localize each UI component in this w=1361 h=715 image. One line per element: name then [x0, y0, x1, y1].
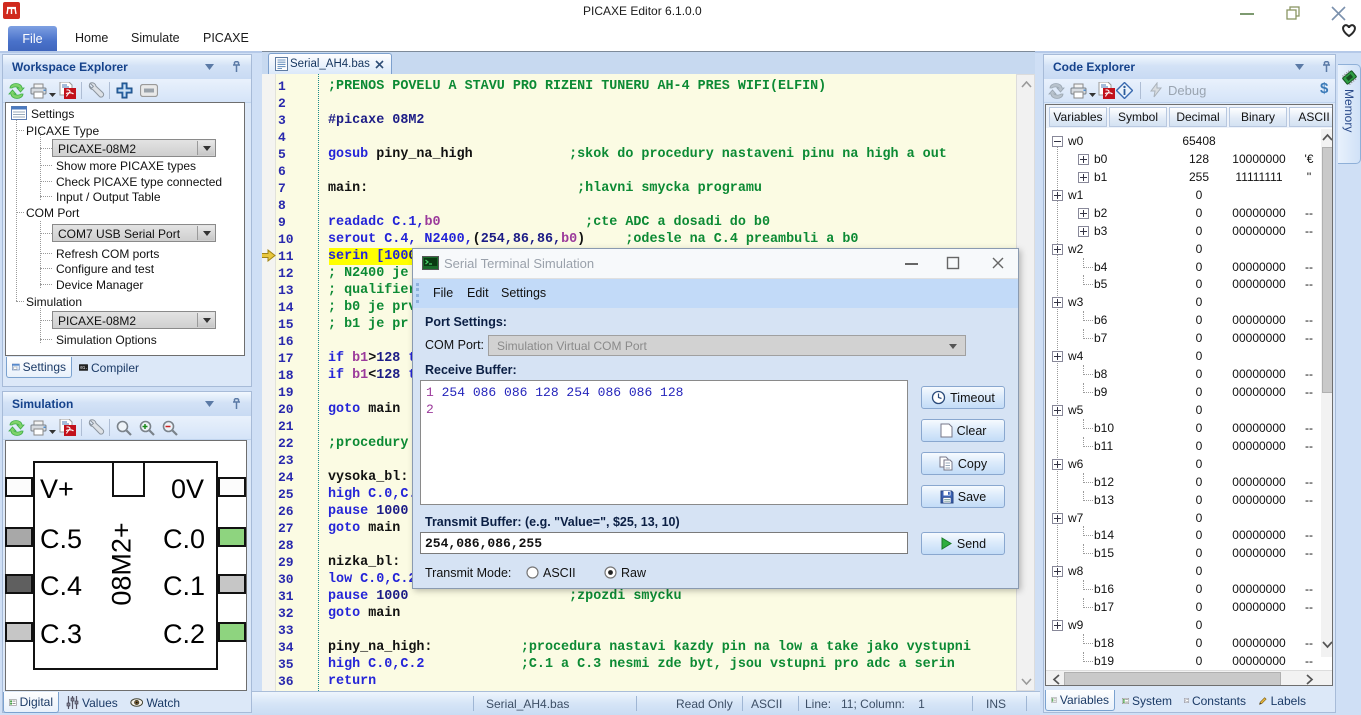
svg-text:01.: 01.: [80, 367, 88, 371]
svg-text:2: 2: [1185, 701, 1186, 703]
